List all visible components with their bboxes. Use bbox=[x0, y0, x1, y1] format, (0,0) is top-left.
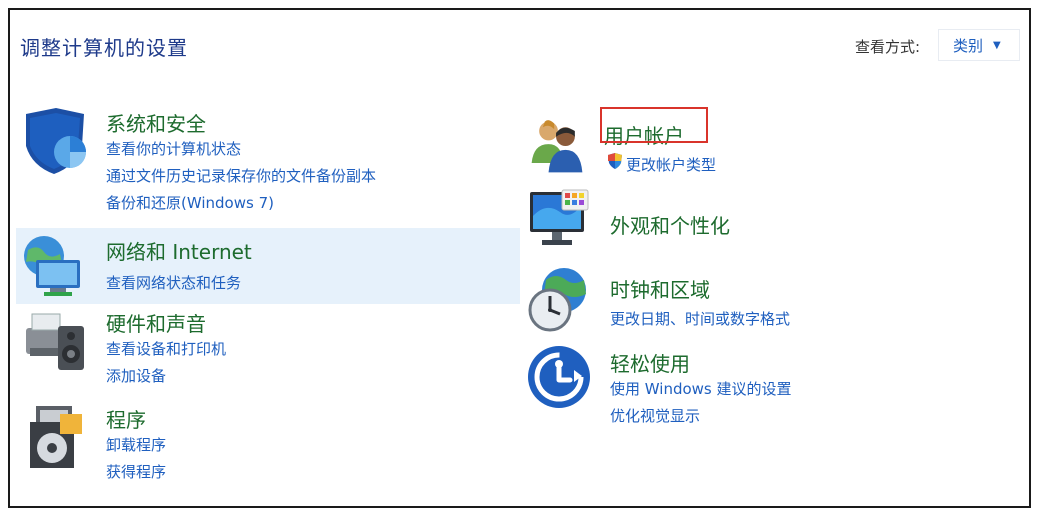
view-by-label: 查看方式: bbox=[855, 38, 921, 56]
chevron-down-icon: ▼ bbox=[993, 39, 1001, 51]
link-view-computer-status[interactable]: 查看你的计算机状态 bbox=[106, 138, 241, 159]
users-icon bbox=[531, 120, 583, 173]
link-network-status[interactable]: 查看网络状态和任务 bbox=[106, 272, 241, 293]
control-panel-window: 调整计算机的设置 查看方式: 类别 ▼ 系统和安全 查看你的计算机状态 通过文件… bbox=[8, 8, 1031, 508]
link-add-device[interactable]: 添加设备 bbox=[106, 365, 166, 386]
link-change-date-time-format[interactable]: 更改日期、时间或数字格式 bbox=[610, 308, 790, 329]
link-uninstall-program[interactable]: 卸载程序 bbox=[106, 434, 166, 455]
heading-clock-region[interactable]: 时钟和区域 bbox=[610, 274, 710, 303]
ease-of-access-icon bbox=[528, 346, 590, 408]
heading-ease-of-access[interactable]: 轻松使用 bbox=[610, 348, 690, 377]
heading-hardware-sound[interactable]: 硬件和声音 bbox=[106, 308, 206, 337]
printer-speaker-icon bbox=[26, 313, 84, 370]
link-file-history[interactable]: 通过文件历史记录保存你的文件备份副本 bbox=[106, 165, 376, 186]
heading-network-internet[interactable]: 网络和 Internet bbox=[106, 236, 252, 265]
page-title: 调整计算机的设置 bbox=[20, 36, 188, 60]
link-devices-printers[interactable]: 查看设备和打印机 bbox=[106, 338, 226, 359]
programs-disc-icon bbox=[30, 406, 82, 468]
view-by-dropdown[interactable]: 类别 ▼ bbox=[938, 29, 1020, 61]
highlight-box bbox=[600, 107, 708, 143]
heading-programs[interactable]: 程序 bbox=[106, 404, 146, 433]
clock-globe-icon bbox=[528, 268, 586, 332]
view-by-value: 类别 bbox=[953, 36, 984, 55]
link-get-programs[interactable]: 获得程序 bbox=[106, 461, 166, 482]
link-recommended-settings[interactable]: 使用 Windows 建议的设置 bbox=[610, 378, 792, 399]
shield-icon bbox=[26, 108, 86, 174]
network-hover-highlight bbox=[16, 228, 520, 304]
heading-system-security[interactable]: 系统和安全 bbox=[106, 108, 206, 137]
link-change-account-type[interactable]: 更改帐户类型 bbox=[626, 154, 716, 175]
link-optimize-visual-display[interactable]: 优化视觉显示 bbox=[610, 405, 700, 426]
network-globe-icon bbox=[24, 236, 80, 296]
heading-appearance[interactable]: 外观和个性化 bbox=[610, 210, 730, 239]
monitor-palette-icon bbox=[530, 189, 589, 245]
link-backup-restore[interactable]: 备份和还原(Windows 7) bbox=[106, 192, 274, 213]
uac-shield-icon bbox=[608, 153, 622, 169]
